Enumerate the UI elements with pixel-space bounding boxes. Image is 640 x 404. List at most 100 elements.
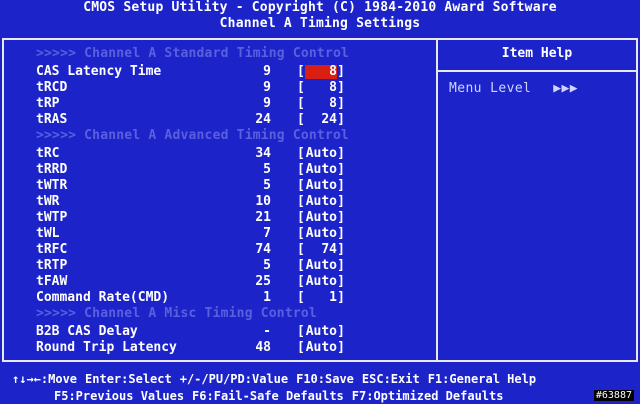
setting-name: tRFC [36,242,68,257]
key-select: Enter:Select [85,372,172,386]
setting-row-trtp[interactable]: tRTP 5 [Auto] [0,258,436,274]
setting-row-tfaw[interactable]: tFAW 25 [Auto] [0,274,436,290]
setting-name: Command Rate(CMD) [36,290,170,305]
current-value: 5 [263,162,271,177]
setting-name: Round Trip Latency [36,340,177,355]
setting-value-field[interactable]: [24] [297,112,345,128]
current-value: 7 [263,226,271,241]
setting-row-twl[interactable]: tWL 7 [Auto] [0,226,436,242]
setting-value: Auto [305,178,337,193]
key-help-bar: ↑↓→←:Move Enter:Select +/-/PU/PD:Value F10:… [0,372,640,404]
setting-row-trcd[interactable]: tRCD 9 [8] [0,80,436,96]
setting-row-twtr[interactable]: tWTR 5 [Auto] [0,178,436,194]
setting-value: Auto [305,210,337,225]
help-separator [438,70,636,72]
setting-name: tWL [36,226,60,241]
key-general-help: F1:General Help [427,372,537,386]
setting-name: tRC [36,146,60,161]
setting-value-field[interactable]: [1] [297,290,345,306]
setting-name: tRCD [36,80,68,95]
setting-value-field[interactable]: [74] [297,242,345,258]
current-value: 34 [255,146,271,161]
setting-value: 8 [329,80,337,95]
current-value: 5 [263,258,271,273]
watermark: #63887 [593,390,634,401]
setting-value-field[interactable]: [Auto] [297,274,345,290]
section-standard-timing: >>>>> Channel A Standard Timing Control [36,46,350,61]
setting-value-field[interactable]: [Auto] [297,340,345,356]
key-save: F10:Save [296,372,354,386]
setting-value: Auto [305,194,337,209]
setting-row-round-trip-latency[interactable]: Round Trip Latency 48 [Auto] [0,340,436,356]
current-value: 5 [263,178,271,193]
current-value: 25 [255,274,271,289]
current-value: - [263,324,271,339]
setting-value: Auto [305,324,337,339]
section-misc-timing: >>>>> Channel A Misc Timing Control [36,306,317,321]
setting-value: 74 [321,242,337,257]
setting-value-field[interactable]: [8] [297,80,345,96]
item-help-title: Item Help [501,46,573,61]
setting-row-trfc[interactable]: tRFC 74 [74] [0,242,436,258]
panel-divider [436,38,438,362]
setting-row-b2b-cas-delay[interactable]: B2B CAS Delay - [Auto] [0,324,436,340]
key-value: +/-/PU/PD:Value [179,372,289,386]
setting-name: tWTP [36,210,68,225]
setting-row-twr[interactable]: tWR 10 [Auto] [0,194,436,210]
setting-row-trp[interactable]: tRP 9 [8] [0,96,436,112]
key-help-line-1: ↑↓→←:Move Enter:Select +/-/PU/PD:Value F10:… [12,372,544,386]
setting-value-field[interactable]: [Auto] [297,162,345,178]
title-bar: CMOS Setup Utility - Copyright (C) 1984-… [0,0,640,34]
setting-value: 8 [329,96,337,111]
setting-value-field[interactable]: [Auto] [297,178,345,194]
current-value: 48 [255,340,271,355]
current-value: 1 [263,290,271,305]
setting-value-field[interactable]: [Auto] [297,194,345,210]
current-value: 74 [255,242,271,257]
setting-name: tRAS [36,112,68,127]
setting-value: Auto [305,162,337,177]
setting-value-field[interactable]: [Auto] [297,258,345,274]
setting-value-field[interactable]: [Auto] [297,146,345,162]
key-fail-safe: F6:Fail-Safe Defaults [192,389,344,403]
app-title: CMOS Setup Utility - Copyright (C) 1984-… [83,0,557,15]
setting-name: tWTR [36,178,68,193]
setting-name: B2B CAS Delay [36,324,138,339]
key-optimized: F7:Optimized Defaults [351,389,504,403]
setting-name: tRP [36,96,60,111]
menu-level-arrows-icon: ▶▶▶ [553,81,578,96]
setting-name: tRTP [36,258,68,273]
page-title: Channel A Timing Settings [219,16,421,31]
menu-level-label: Menu Level [449,81,532,96]
setting-row-command-rate[interactable]: Command Rate(CMD) 1 [1] [0,290,436,306]
setting-row-trc[interactable]: tRC 34 [Auto] [0,146,436,162]
current-value: 9 [263,80,271,95]
setting-value-field[interactable]: [Auto] [297,210,345,226]
setting-row-cas-latency[interactable]: CAS Latency Time 9 [8] [0,64,436,80]
current-value: 9 [263,64,271,79]
setting-value-field[interactable]: [8] [297,96,345,112]
current-value: 10 [255,194,271,209]
section-advanced-timing: >>>>> Channel A Advanced Timing Control [36,128,350,143]
setting-value: Auto [305,226,337,241]
current-value: 24 [255,112,271,127]
setting-value: 24 [321,112,337,127]
setting-value: Auto [305,258,337,273]
setting-value-field[interactable]: [Auto] [297,324,345,340]
setting-row-twtp[interactable]: tWTP 21 [Auto] [0,210,436,226]
setting-row-trrd[interactable]: tRRD 5 [Auto] [0,162,436,178]
setting-value-field[interactable]: [Auto] [297,226,345,242]
setting-row-tras[interactable]: tRAS 24 [24] [0,112,436,128]
current-value: 21 [255,210,271,225]
setting-name: tWR [36,194,60,209]
setting-value: Auto [305,274,337,289]
setting-name: tRRD [36,162,68,177]
setting-name: tFAW [36,274,68,289]
key-exit: ESC:Exit [361,372,420,386]
menu-level: Menu Level ▶▶▶ [449,81,578,96]
key-help-line-2: F5:Previous Values F6:Fail-Safe Defaults F… [54,389,511,403]
key-previous-values: F5:Previous Values [54,389,185,403]
current-value: 9 [263,96,271,111]
key-move: ↑↓→←:Move [12,372,78,386]
setting-value-field[interactable]: [8] [297,64,345,80]
